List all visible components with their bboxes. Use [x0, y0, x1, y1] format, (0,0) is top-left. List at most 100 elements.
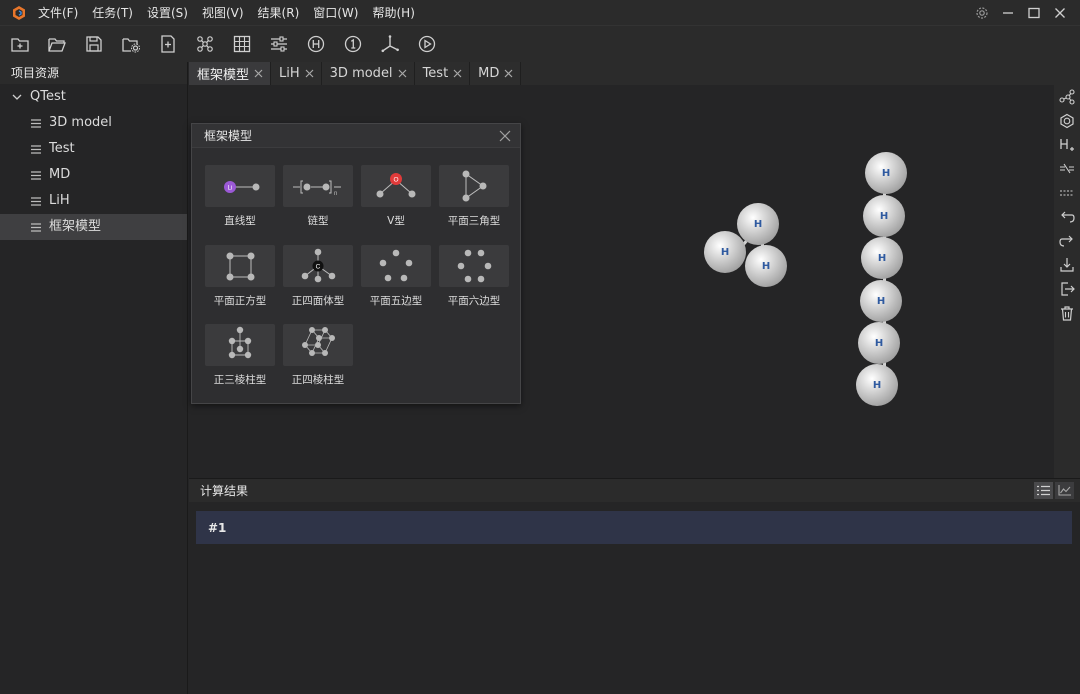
tree-item-label: 3D model	[49, 115, 112, 130]
tab-close-icon[interactable]	[305, 69, 314, 78]
hydrogen-atom[interactable]: H	[856, 364, 898, 406]
tree-item-3d-model[interactable]: 3D model	[0, 110, 187, 136]
grid-icon[interactable]	[231, 33, 253, 55]
new-project-icon[interactable]	[9, 33, 31, 55]
maximize-icon[interactable]	[1022, 3, 1046, 23]
menu-settings[interactable]: 设置(S)	[147, 4, 188, 21]
hydrogen-atom[interactable]: H	[704, 231, 746, 273]
settings-icon[interactable]	[970, 3, 994, 23]
hydrogen-atom[interactable]: H	[858, 322, 900, 364]
tree-item-framework-model[interactable]: 框架模型	[0, 214, 187, 240]
results-header: 计算结果	[189, 478, 1080, 502]
results-title: 计算结果	[200, 484, 249, 498]
chart-view-button[interactable]	[1055, 482, 1074, 499]
app-logo-icon	[13, 5, 25, 20]
menu-results[interactable]: 结果(R)	[258, 4, 300, 21]
hydrogen-atom[interactable]: H	[860, 280, 902, 322]
sliders-icon[interactable]	[268, 33, 290, 55]
menu-window[interactable]: 窗口(W)	[313, 4, 358, 21]
tab-3d-model[interactable]: 3D model	[321, 62, 415, 85]
framework-thumb	[439, 245, 509, 287]
tab-close-icon[interactable]	[398, 69, 407, 78]
close-icon[interactable]	[1048, 3, 1072, 23]
h-circle-icon[interactable]	[305, 33, 327, 55]
bonds-icon[interactable]	[1058, 88, 1076, 106]
framework-item-tetrahedral[interactable]: C 正四面体型	[283, 245, 353, 307]
project-settings-icon[interactable]	[120, 33, 142, 55]
framework-item-triangular-prism[interactable]: 正三棱柱型	[205, 324, 275, 386]
list-lines-icon	[31, 144, 41, 154]
close-icon[interactable]	[499, 130, 511, 142]
molecule-icon[interactable]	[194, 33, 216, 55]
framework-item-chain[interactable]: n 链型	[283, 165, 353, 227]
tab-label: 框架模型	[197, 68, 250, 83]
ring-icon[interactable]	[1058, 112, 1076, 130]
open-folder-icon[interactable]	[46, 33, 68, 55]
tree-item-lih[interactable]: LiH	[0, 188, 187, 214]
tab-test[interactable]: Test	[414, 62, 471, 85]
tab-lih[interactable]: LiH	[271, 62, 322, 85]
framework-item-trigonal-planar[interactable]: 平面三角型	[439, 165, 509, 227]
toolbar	[0, 25, 1080, 62]
new-file-icon[interactable]	[157, 33, 179, 55]
redo-icon[interactable]	[1058, 232, 1076, 250]
play-icon[interactable]	[416, 33, 438, 55]
tab-framework-model[interactable]: 框架模型	[189, 62, 272, 85]
hydrogen-atom[interactable]: H	[745, 245, 787, 287]
framework-item-hexagon[interactable]: 平面六边型	[439, 245, 509, 307]
framework-item-v-shape[interactable]: O V型	[361, 165, 431, 227]
menu-task[interactable]: 任务(T)	[92, 4, 133, 21]
tree-root-label: QTest	[30, 89, 66, 104]
v-shape-molecule-icon: O	[376, 173, 416, 198]
framework-item-linear[interactable]: Li 直线型	[205, 165, 275, 227]
hydrogen-atom[interactable]: H	[737, 203, 779, 245]
tree-root-qtest[interactable]: QTest	[0, 84, 187, 110]
menu-view[interactable]: 视图(V)	[202, 4, 244, 21]
triangular-prism-molecule-icon	[228, 326, 252, 359]
linear-molecule-icon: Li	[224, 181, 260, 193]
framework-item-square-prism[interactable]: 正四棱柱型	[283, 324, 353, 386]
hydrogen-atom[interactable]: H	[861, 237, 903, 279]
delete-icon[interactable]	[1058, 304, 1076, 322]
minimize-icon[interactable]	[996, 3, 1020, 23]
tab-close-icon[interactable]	[453, 69, 462, 78]
save-icon[interactable]	[83, 33, 105, 55]
square-molecule-icon	[226, 252, 255, 281]
framework-thumb	[283, 324, 353, 366]
tree-item-label: Test	[49, 141, 75, 156]
hydrogen-atom[interactable]: H	[865, 152, 907, 194]
pentagon-molecule-icon	[379, 249, 413, 282]
tree-item-test[interactable]: Test	[0, 136, 187, 162]
tree-item-md[interactable]: MD	[0, 162, 187, 188]
menu-file[interactable]: 文件(F)	[38, 4, 78, 21]
tab-close-icon[interactable]	[504, 69, 513, 78]
tab-label: Test	[422, 66, 449, 81]
framework-thumb	[205, 245, 275, 287]
cut-bond-icon[interactable]	[1058, 160, 1076, 178]
tab-close-icon[interactable]	[254, 69, 263, 78]
dashed-bond-icon[interactable]	[1058, 184, 1076, 202]
export-icon[interactable]	[1058, 280, 1076, 298]
framework-label: 平面三角型	[447, 215, 501, 227]
result-row[interactable]: #1	[196, 511, 1072, 544]
undo-icon[interactable]	[1058, 208, 1076, 226]
framework-item-pentagon[interactable]: 平面五边型	[361, 245, 431, 307]
tab-md[interactable]: MD	[470, 62, 522, 85]
list-view-button[interactable]	[1034, 482, 1053, 499]
list-lines-icon	[31, 118, 41, 128]
import-icon[interactable]	[1058, 256, 1076, 274]
tree-item-label: 框架模型	[49, 219, 102, 234]
tree-item-label: LiH	[49, 193, 70, 208]
axes-icon[interactable]	[379, 33, 401, 55]
menu-help[interactable]: 帮助(H)	[372, 4, 414, 21]
right-toolbar	[1054, 85, 1080, 478]
framework-thumb: Li	[205, 165, 275, 207]
chevron-down-icon[interactable]	[11, 91, 23, 103]
window-controls	[968, 0, 1072, 25]
framework-thumb	[361, 245, 431, 287]
hydrogen-atom[interactable]: H	[863, 195, 905, 237]
one-circle-icon[interactable]	[342, 33, 364, 55]
list-icon	[1037, 485, 1050, 496]
add-hydrogen-icon[interactable]	[1058, 136, 1076, 154]
framework-item-square-planar[interactable]: 平面正方型	[205, 245, 275, 307]
